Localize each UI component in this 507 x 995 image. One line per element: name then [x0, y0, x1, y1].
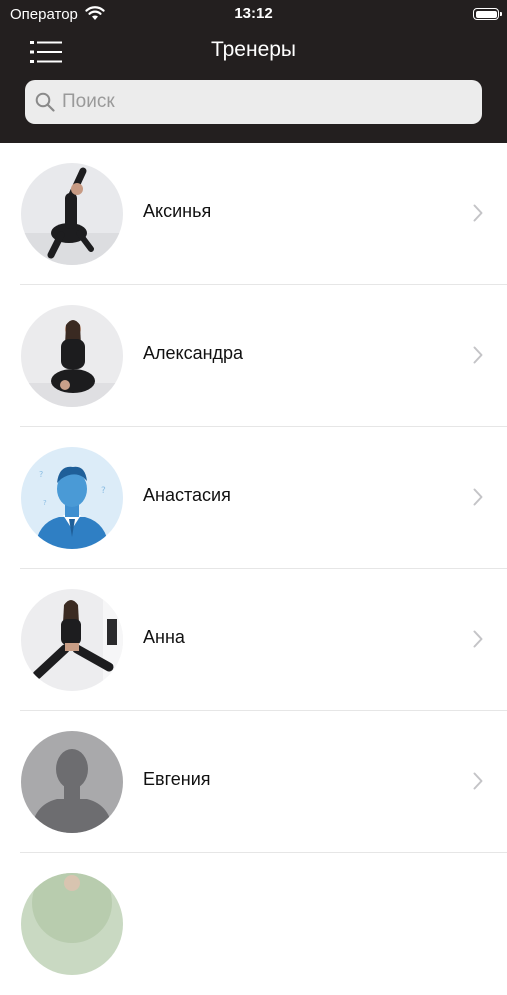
trainer-name: Александра: [143, 343, 244, 363]
navigation-header: Оператор 13:12 Тренеры: [0, 0, 507, 143]
trainer-photo-icon: [21, 163, 123, 265]
status-bar: Оператор 13:12: [0, 0, 507, 30]
chevron-right-icon: [473, 204, 483, 222]
list-item[interactable]: Анна: [0, 569, 507, 711]
list-item[interactable]: ? ? ? Анастасия: [0, 427, 507, 569]
chevron-right-icon: [473, 772, 483, 790]
user-placeholder-icon: [21, 731, 123, 833]
status-time: 13:12: [234, 5, 273, 22]
chevron-right-icon: [473, 346, 483, 364]
trainer-photo-icon: [21, 589, 123, 691]
trainer-photo-icon: [21, 305, 123, 407]
list-item[interactable]: Аксинья: [0, 143, 507, 285]
trainer-name: Анастасия: [143, 485, 231, 505]
list-item[interactable]: [0, 853, 507, 995]
svg-text:?: ?: [43, 499, 47, 507]
avatar: [21, 163, 123, 265]
trainer-name: Аксинья: [143, 201, 212, 221]
user-placeholder-icon: ? ? ?: [21, 447, 123, 549]
trainers-list: Аксинья Александра ? ? ? Анастасия Анна …: [0, 143, 507, 995]
search-input[interactable]: [62, 80, 462, 124]
avatar: [21, 731, 123, 833]
trainer-name: Евгения: [143, 769, 211, 789]
trainer-photo-icon: [21, 873, 123, 975]
chevron-right-icon: [473, 630, 483, 648]
avatar: [21, 305, 123, 407]
avatar: [21, 873, 123, 975]
svg-text:?: ?: [101, 486, 106, 496]
avatar: [21, 589, 123, 691]
search-bar[interactable]: [25, 80, 482, 124]
avatar: ? ? ?: [21, 447, 123, 549]
page-title: Тренеры: [210, 38, 297, 61]
chevron-right-icon: [473, 488, 483, 506]
battery-icon: [473, 8, 502, 20]
list-item[interactable]: Александра: [0, 285, 507, 427]
list-item[interactable]: Евгения: [0, 711, 507, 853]
trainer-name: Анна: [143, 627, 185, 647]
svg-text:?: ?: [39, 470, 43, 479]
search-icon: [35, 92, 55, 112]
